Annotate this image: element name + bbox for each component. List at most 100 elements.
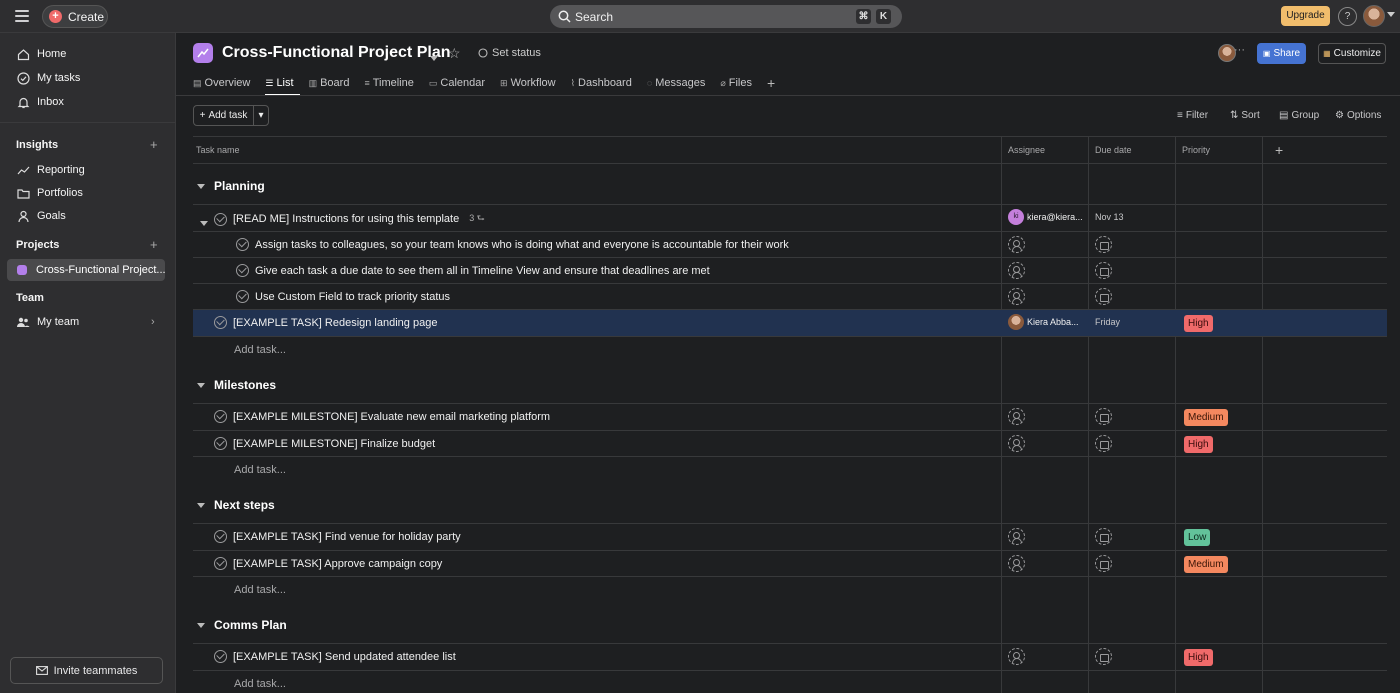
task-name[interactable]: Assign tasks to colleagues, so your team… (255, 239, 789, 251)
task-name[interactable]: [EXAMPLE TASK] Find venue for holiday pa… (233, 531, 461, 543)
subtask-count[interactable]: 3 ⮑ (469, 211, 485, 227)
sidebar-item-reporting[interactable]: Reporting (0, 159, 176, 181)
set-status-button[interactable]: Set status (478, 47, 541, 59)
tab-board[interactable]: ▥ Board (309, 72, 356, 94)
chevron-down-icon[interactable] (197, 183, 205, 189)
due-date-placeholder-icon[interactable] (1095, 262, 1112, 279)
section-header-milestones[interactable]: Milestones (197, 378, 276, 392)
sidebar-item-inbox[interactable]: Inbox (0, 91, 176, 113)
assignee-placeholder-icon[interactable] (1008, 648, 1025, 665)
task-name[interactable]: [EXAMPLE TASK] Approve campaign copy (233, 558, 442, 570)
add-task-main[interactable]: + Add task (194, 106, 254, 125)
task-name[interactable]: [EXAMPLE TASK] Redesign landing page (233, 317, 437, 329)
sidebar-item-my-tasks[interactable]: My tasks (0, 67, 176, 89)
section-header-comms-plan[interactable]: Comms Plan (197, 618, 287, 632)
due-date[interactable]: Friday (1095, 317, 1120, 327)
task-name[interactable]: Give each task a due date to see them al… (255, 265, 710, 277)
due-date-placeholder-icon[interactable] (1095, 435, 1112, 452)
priority-badge[interactable]: Low (1184, 529, 1211, 546)
task-name[interactable]: Use Custom Field to track priority statu… (255, 291, 450, 303)
complete-task-icon[interactable] (236, 264, 249, 277)
priority-badge[interactable]: High (1184, 649, 1213, 666)
complete-task-icon[interactable] (214, 530, 227, 543)
sort-button[interactable]: ⇅ Sort (1230, 110, 1260, 121)
table-row[interactable]: [EXAMPLE TASK] Find venue for holiday pa… (193, 524, 1387, 550)
assignee-placeholder-icon[interactable] (1008, 408, 1025, 425)
sidebar-item-project[interactable]: Cross-Functional Project... (7, 259, 165, 281)
hamburger-menu-icon[interactable] (15, 10, 29, 22)
add-task-link[interactable]: Add task... (234, 344, 286, 356)
complete-task-icon[interactable] (214, 316, 227, 329)
complete-task-icon[interactable] (214, 437, 227, 450)
complete-task-icon[interactable] (236, 238, 249, 251)
task-name[interactable]: [READ ME] Instructions for using this te… (233, 213, 459, 225)
complete-task-icon[interactable] (214, 557, 227, 570)
due-date-placeholder-icon[interactable] (1095, 648, 1112, 665)
add-task-link[interactable]: Add task... (234, 678, 286, 690)
complete-task-icon[interactable] (236, 290, 249, 303)
due-date[interactable]: Nov 13 (1095, 212, 1124, 222)
add-task-link[interactable]: Add task... (234, 464, 286, 476)
add-tab-button[interactable]: + (767, 72, 781, 94)
chevron-down-icon[interactable] (430, 50, 438, 64)
column-header-assignee[interactable]: Assignee (1008, 145, 1045, 155)
project-title[interactable]: Cross-Functional Project Plan (222, 44, 450, 62)
tab-overview[interactable]: ▤ Overview (193, 72, 256, 94)
priority-badge[interactable]: Medium (1184, 409, 1228, 426)
chevron-right-icon[interactable]: › (151, 316, 155, 328)
table-row-selected[interactable]: [EXAMPLE TASK] Redesign landing page Kie… (193, 310, 1387, 336)
tab-timeline[interactable]: ≡ Timeline (364, 72, 419, 94)
assignee-placeholder-icon[interactable] (1008, 236, 1025, 253)
priority-badge[interactable]: Medium (1184, 556, 1228, 573)
due-date-placeholder-icon[interactable] (1095, 408, 1112, 425)
help-icon[interactable]: ? (1338, 7, 1357, 26)
chevron-down-icon[interactable] (200, 215, 208, 229)
table-row[interactable]: Use Custom Field to track priority statu… (193, 284, 1387, 310)
assignee-cell[interactable]: ki kiera@kiera... (1008, 209, 1084, 225)
filter-button[interactable]: ≡ Filter (1177, 110, 1208, 121)
column-header-due-date[interactable]: Due date (1095, 145, 1132, 155)
complete-task-icon[interactable] (214, 212, 227, 226)
add-project-plus-icon[interactable]: + (150, 237, 158, 252)
tab-workflow[interactable]: ⊞ Workflow (500, 72, 562, 94)
due-date-placeholder-icon[interactable] (1095, 236, 1112, 253)
column-header-priority[interactable]: Priority (1182, 145, 1210, 155)
chevron-down-icon[interactable] (197, 382, 205, 388)
more-members-icon[interactable]: ··· (1234, 44, 1250, 62)
due-date-placeholder-icon[interactable] (1095, 288, 1112, 305)
priority-badge[interactable]: High (1184, 315, 1213, 332)
priority-badge[interactable]: High (1184, 436, 1213, 453)
complete-task-icon[interactable] (214, 650, 227, 663)
assignee-placeholder-icon[interactable] (1008, 555, 1025, 572)
projects-header[interactable]: Projects (16, 239, 59, 251)
assignee-placeholder-icon[interactable] (1008, 262, 1025, 279)
assignee-placeholder-icon[interactable] (1008, 288, 1025, 305)
assignee-cell[interactable]: Kiera Abba... (1008, 314, 1084, 330)
assignee-placeholder-icon[interactable] (1008, 435, 1025, 452)
insights-header[interactable]: Insights (16, 139, 58, 151)
sidebar-item-home[interactable]: Home (0, 43, 176, 65)
sidebar-item-portfolios[interactable]: Portfolios (0, 182, 176, 204)
task-name[interactable]: [EXAMPLE TASK] Send updated attendee lis… (233, 651, 456, 663)
table-row[interactable]: [READ ME] Instructions for using this te… (193, 205, 1387, 231)
table-row[interactable]: [EXAMPLE TASK] Approve campaign copy Med… (193, 551, 1387, 577)
upgrade-button[interactable]: Upgrade (1281, 6, 1330, 26)
add-task-dropdown-icon[interactable]: ▾ (254, 110, 268, 121)
table-row[interactable]: Assign tasks to colleagues, so your team… (193, 232, 1387, 258)
table-row[interactable]: Give each task a due date to see them al… (193, 258, 1387, 284)
table-row[interactable]: [EXAMPLE TASK] Send updated attendee lis… (193, 644, 1387, 670)
search-input[interactable]: Search ⌘ K (550, 5, 902, 28)
assignee-placeholder-icon[interactable] (1008, 528, 1025, 545)
add-column-plus-icon[interactable]: + (1275, 142, 1283, 158)
tab-messages[interactable]: ◌ Messages (647, 72, 712, 94)
sidebar-item-goals[interactable]: Goals (0, 205, 176, 227)
column-header-task-name[interactable]: Task name (196, 145, 240, 155)
task-name[interactable]: [EXAMPLE MILESTONE] Finalize budget (233, 438, 435, 450)
chevron-down-icon[interactable] (197, 622, 205, 628)
section-header-planning[interactable]: Planning (197, 179, 265, 193)
invite-teammates-button[interactable]: Invite teammates (10, 657, 163, 684)
options-button[interactable]: ⚙ Options (1335, 110, 1381, 121)
tab-dashboard[interactable]: ⌇ Dashboard (571, 72, 638, 94)
due-date-placeholder-icon[interactable] (1095, 555, 1112, 572)
create-button[interactable]: + Create (42, 5, 108, 28)
